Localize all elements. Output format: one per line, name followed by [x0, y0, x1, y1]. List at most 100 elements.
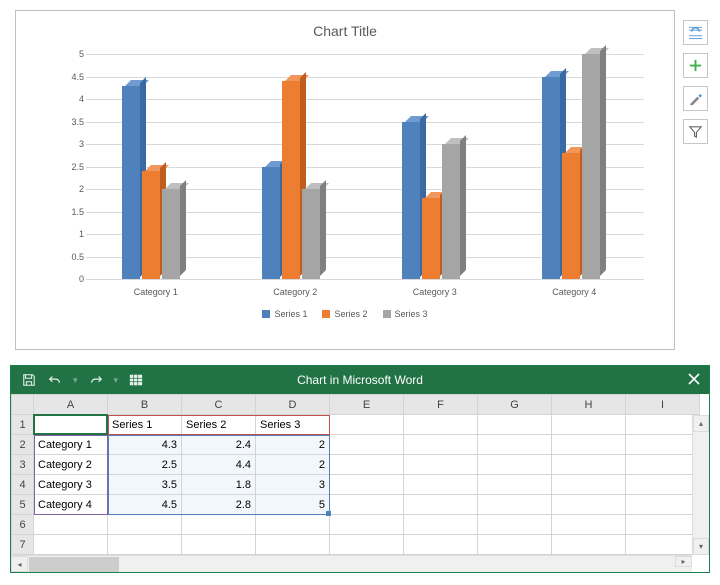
save-button[interactable] — [21, 372, 37, 388]
chart-filters-button[interactable] — [683, 119, 708, 144]
cell-F7[interactable] — [404, 535, 478, 555]
redo-button[interactable] — [88, 372, 104, 388]
row-header-4[interactable]: 4 — [12, 475, 34, 495]
bar-group[interactable] — [262, 81, 320, 279]
bar-group[interactable] — [542, 54, 600, 279]
cell-H7[interactable] — [552, 535, 626, 555]
spreadsheet-area[interactable]: ABCDEFGHI1Series 1Series 2Series 32Categ… — [11, 394, 709, 572]
data-grid[interactable]: ABCDEFGHI1Series 1Series 2Series 32Categ… — [11, 394, 700, 555]
cell-F5[interactable] — [404, 495, 478, 515]
chart-styles-button[interactable] — [683, 86, 708, 111]
cell-D6[interactable] — [256, 515, 330, 535]
cell-C2[interactable]: 2.4 — [182, 435, 256, 455]
legend-item-series3[interactable]: Series 3 — [383, 309, 428, 319]
cell-I7[interactable] — [626, 535, 700, 555]
cell-E7[interactable] — [330, 535, 404, 555]
cell-I5[interactable] — [626, 495, 700, 515]
cell-A4[interactable]: Category 3 — [34, 475, 108, 495]
bar-group[interactable] — [402, 122, 460, 280]
bar-series-1[interactable] — [262, 167, 280, 280]
col-header-A[interactable]: A — [34, 395, 108, 415]
bar-group[interactable] — [122, 86, 180, 280]
cell-F2[interactable] — [404, 435, 478, 455]
cell-E4[interactable] — [330, 475, 404, 495]
horizontal-scrollbar[interactable]: ◂ ▸ — [11, 555, 692, 572]
bar-series-2[interactable] — [562, 153, 580, 279]
row-header-2[interactable]: 2 — [12, 435, 34, 455]
undo-button[interactable] — [47, 372, 63, 388]
scroll-down-button[interactable]: ▾ — [693, 538, 709, 555]
bar-series-3[interactable] — [302, 189, 320, 279]
cell-C6[interactable] — [182, 515, 256, 535]
bar-series-1[interactable] — [542, 77, 560, 280]
bar-series-2[interactable] — [142, 171, 160, 279]
legend-item-series2[interactable]: Series 2 — [322, 309, 367, 319]
bar-series-3[interactable] — [582, 54, 600, 279]
bar-series-3[interactable] — [442, 144, 460, 279]
cell-A6[interactable] — [34, 515, 108, 535]
col-header-C[interactable]: C — [182, 395, 256, 415]
col-header-H[interactable]: H — [552, 395, 626, 415]
cell-A1[interactable] — [34, 415, 108, 435]
chart-legend[interactable]: Series 1 Series 2 Series 3 — [16, 309, 674, 319]
cell-D2[interactable]: 2 — [256, 435, 330, 455]
cell-E1[interactable] — [330, 415, 404, 435]
scroll-thumb[interactable] — [29, 557, 119, 572]
cell-F1[interactable] — [404, 415, 478, 435]
col-header-D[interactable]: D — [256, 395, 330, 415]
cell-H3[interactable] — [552, 455, 626, 475]
cell-E5[interactable] — [330, 495, 404, 515]
vertical-scrollbar[interactable]: ▴ ▾ — [692, 415, 709, 555]
cell-F6[interactable] — [404, 515, 478, 535]
cell-A5[interactable]: Category 4 — [34, 495, 108, 515]
col-header-F[interactable]: F — [404, 395, 478, 415]
cell-E2[interactable] — [330, 435, 404, 455]
bar-series-2[interactable] — [422, 198, 440, 279]
cell-H1[interactable] — [552, 415, 626, 435]
bar-series-1[interactable] — [402, 122, 420, 280]
cell-I2[interactable] — [626, 435, 700, 455]
cell-E3[interactable] — [330, 455, 404, 475]
cell-B5[interactable]: 4.5 — [108, 495, 182, 515]
chart-title[interactable]: Chart Title — [16, 11, 674, 44]
cell-G4[interactable] — [478, 475, 552, 495]
worksheet-icon[interactable] — [128, 372, 144, 388]
cell-G3[interactable] — [478, 455, 552, 475]
row-header-5[interactable]: 5 — [12, 495, 34, 515]
cell-H5[interactable] — [552, 495, 626, 515]
cell-G2[interactable] — [478, 435, 552, 455]
cell-D7[interactable] — [256, 535, 330, 555]
scroll-right-button[interactable]: ▸ — [675, 556, 692, 567]
cell-B2[interactable]: 4.3 — [108, 435, 182, 455]
cell-C5[interactable]: 2.8 — [182, 495, 256, 515]
col-header-E[interactable]: E — [330, 395, 404, 415]
cell-B1[interactable]: Series 1 — [108, 415, 182, 435]
cell-F4[interactable] — [404, 475, 478, 495]
cell-E6[interactable] — [330, 515, 404, 535]
bar-series-3[interactable] — [162, 189, 180, 279]
close-button[interactable] — [687, 372, 701, 389]
cell-G6[interactable] — [478, 515, 552, 535]
cell-H6[interactable] — [552, 515, 626, 535]
cell-I4[interactable] — [626, 475, 700, 495]
cell-B4[interactable]: 3.5 — [108, 475, 182, 495]
cell-D3[interactable]: 2 — [256, 455, 330, 475]
row-header-7[interactable]: 7 — [12, 535, 34, 555]
row-header-6[interactable]: 6 — [12, 515, 34, 535]
bar-series-2[interactable] — [282, 81, 300, 279]
cell-H4[interactable] — [552, 475, 626, 495]
chart-container[interactable]: Chart Title 00.511.522.533.544.55 Catego… — [15, 10, 675, 350]
cell-G1[interactable] — [478, 415, 552, 435]
cell-I3[interactable] — [626, 455, 700, 475]
cell-D1[interactable]: Series 3 — [256, 415, 330, 435]
col-header-I[interactable]: I — [626, 395, 700, 415]
bar-series-1[interactable] — [122, 86, 140, 280]
row-header-3[interactable]: 3 — [12, 455, 34, 475]
chart-elements-button[interactable] — [683, 53, 708, 78]
cell-B6[interactable] — [108, 515, 182, 535]
cell-C3[interactable]: 4.4 — [182, 455, 256, 475]
cell-B3[interactable]: 2.5 — [108, 455, 182, 475]
col-header-B[interactable]: B — [108, 395, 182, 415]
legend-item-series1[interactable]: Series 1 — [262, 309, 307, 319]
cell-C4[interactable]: 1.8 — [182, 475, 256, 495]
